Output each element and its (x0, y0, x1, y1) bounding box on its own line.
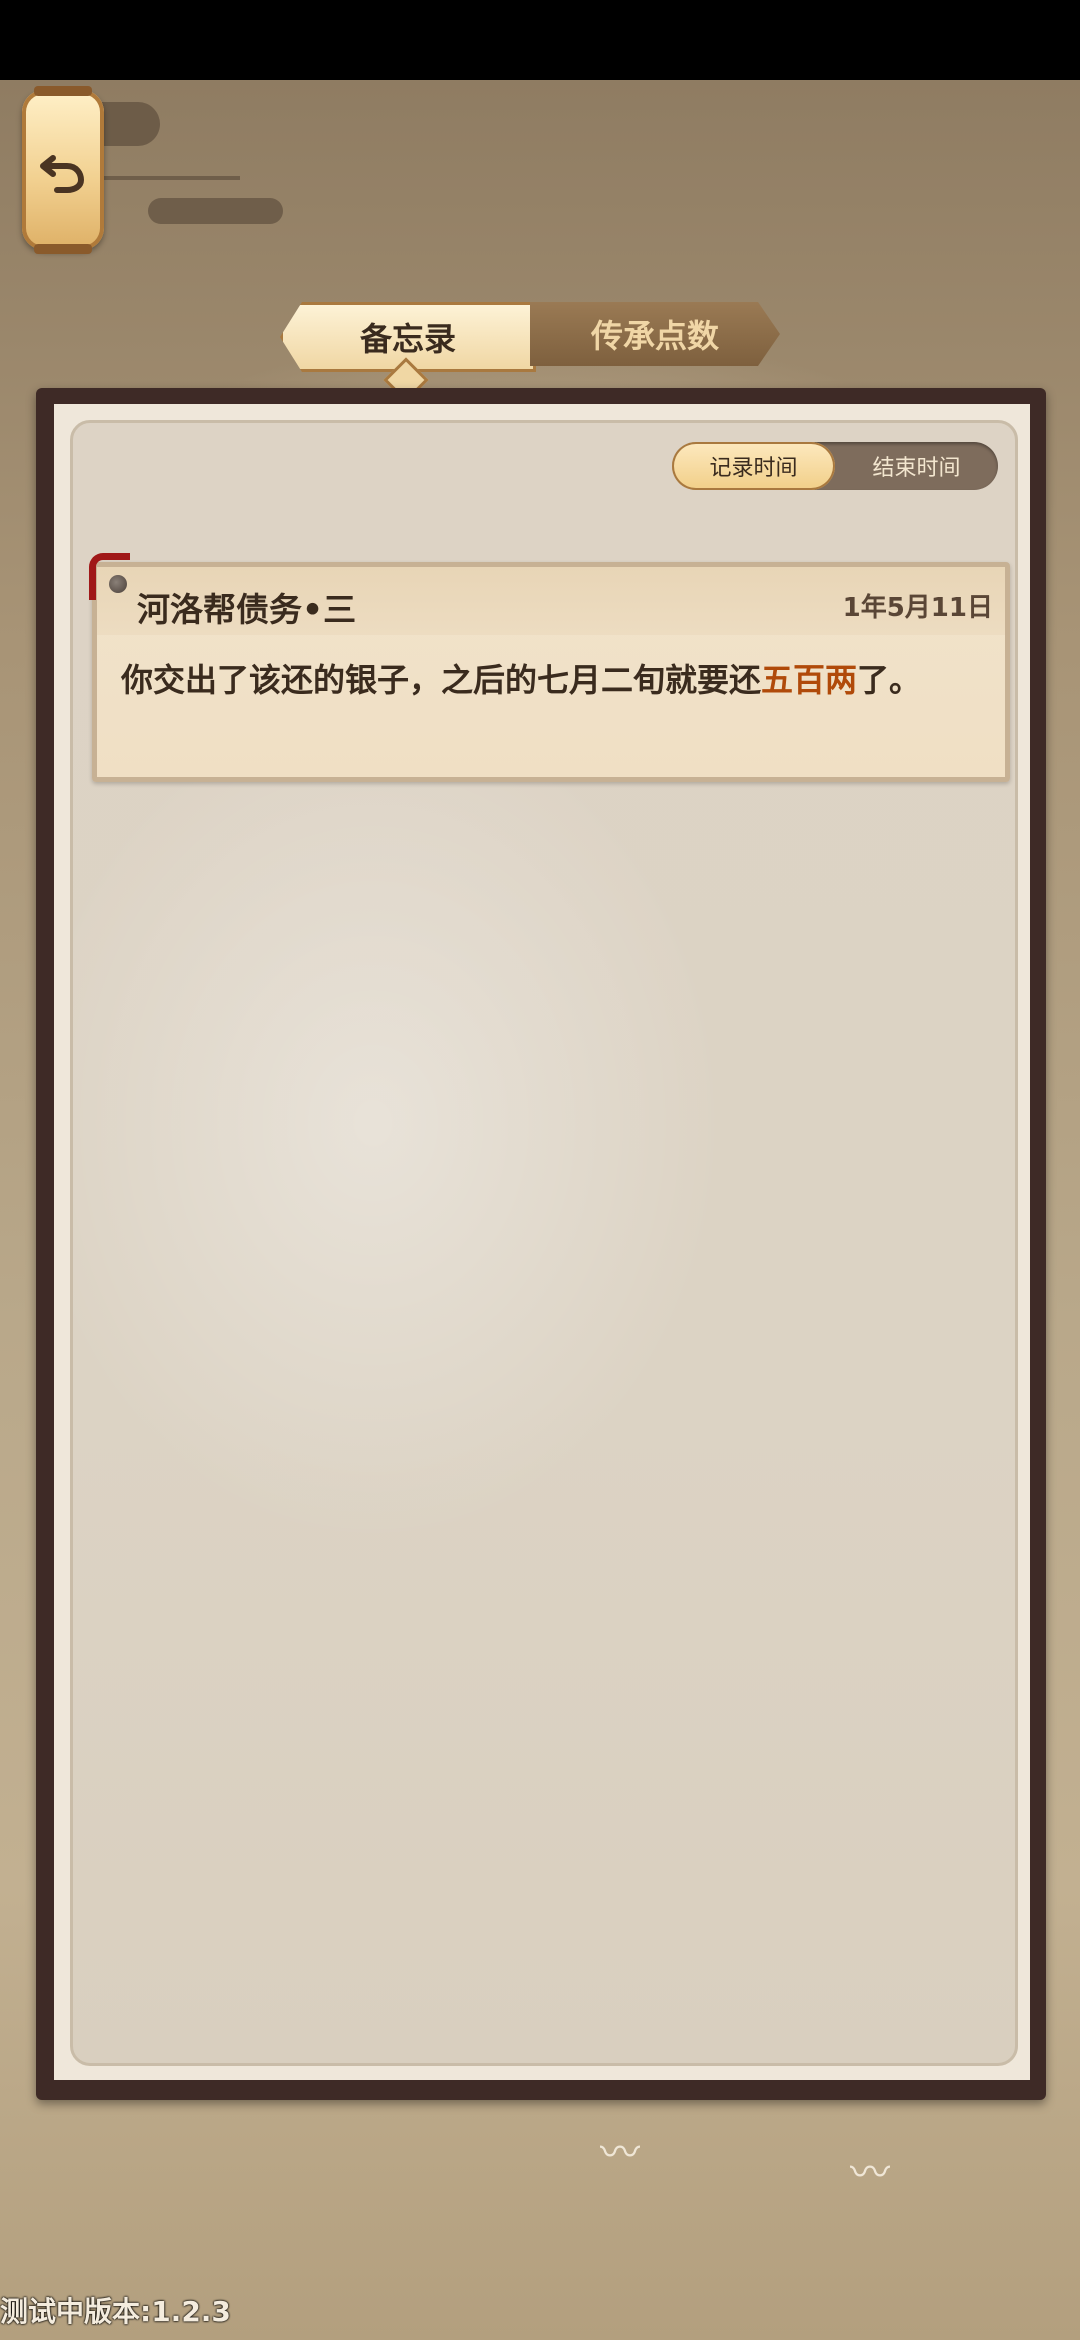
scroll-cap-bottom (34, 244, 92, 254)
tab-bar: 备忘录 传承点数 (280, 302, 780, 403)
memo-date: 1年5月11日 (842, 593, 993, 623)
bird-icon: 〰 (850, 2150, 890, 2196)
memo-body-text-end: 了。 (857, 661, 922, 699)
status-bar (0, 0, 1080, 80)
memo-title: 河洛帮债务•三 (137, 590, 357, 629)
memo-body-highlight: 五百两 (761, 661, 858, 699)
memo-card[interactable]: 河洛帮债务•三 1年5月11日 你交出了该还的银子，之后的七月二旬就要还五百两了… (89, 553, 1010, 782)
memo-body: 你交出了该还的银子，之后的七月二旬就要还五百两了。 (121, 655, 921, 701)
cloud-decoration (148, 198, 283, 224)
back-button[interactable] (22, 86, 104, 254)
memo-body-text: 你交出了该还的银子，之后的七月二旬就要还 (121, 661, 762, 699)
tab-inheritance-points[interactable]: 传承点数 (530, 302, 780, 366)
back-arrow-icon (40, 155, 85, 193)
cloud-decoration (100, 176, 240, 180)
version-label: 测试中版本:1.2.3 (0, 2295, 231, 2328)
sort-by-record-time[interactable]: 记录时间 (672, 442, 835, 490)
scroll-cap-top (34, 86, 92, 96)
pin-icon (109, 575, 127, 593)
sort-toggle: 记录时间 结束时间 (672, 442, 998, 490)
sort-by-end-time[interactable]: 结束时间 (835, 442, 998, 490)
bird-icon: 〰 (600, 2130, 640, 2176)
